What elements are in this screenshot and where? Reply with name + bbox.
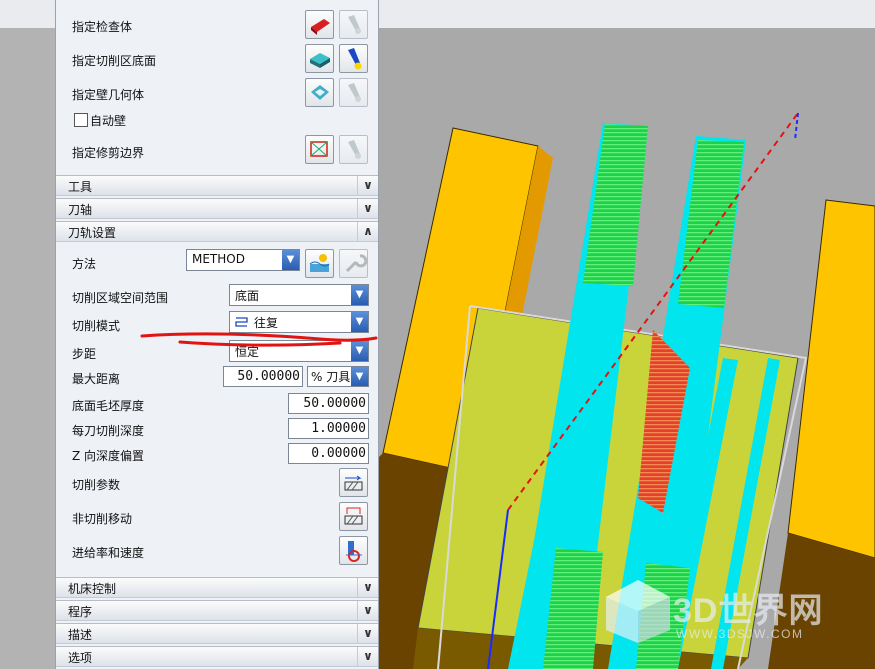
- chevron-down-icon: ∨: [357, 176, 378, 195]
- watermark-title: 3D世界网: [673, 592, 824, 630]
- chevron-down-icon: ∨: [357, 578, 378, 597]
- non-cut-moves-icon: [344, 507, 363, 525]
- annotation-underline: [140, 332, 378, 347]
- depth-per-cut-input[interactable]: 1.00000: [288, 418, 369, 439]
- cut-params-button[interactable]: [339, 468, 368, 497]
- max-dist-unit-select[interactable]: % 刀具 ▼: [307, 366, 369, 387]
- chevron-down-icon: ▼: [351, 367, 368, 386]
- method-select[interactable]: METHOD ▼: [186, 249, 300, 271]
- chevron-down-icon: ▼: [351, 312, 368, 332]
- feeds-speeds-icon: [346, 541, 362, 562]
- non-cut-moves-button[interactable]: [339, 502, 368, 531]
- toolpath-scene: [378, 112, 875, 669]
- chevron-down-icon: ∨: [357, 647, 378, 666]
- max-dist-label: 最大距离: [72, 372, 121, 386]
- check-body-label: 指定检查体: [72, 20, 133, 34]
- z-offset-input[interactable]: 0.00000: [288, 443, 369, 464]
- edit-method-button[interactable]: [339, 249, 368, 278]
- depth-per-cut-label: 每刀切削深度: [72, 424, 145, 438]
- display-wall-button[interactable]: [339, 78, 368, 107]
- zigzag-pattern-icon: [235, 316, 248, 327]
- section-tool-axis[interactable]: 刀轴 ∨: [56, 198, 378, 219]
- feeds-label: 进给率和速度: [72, 546, 145, 560]
- method-label: 方法: [72, 257, 97, 271]
- trim-boundary-icon: [310, 141, 328, 157]
- check-body-icon: [311, 19, 330, 35]
- section-desc-label: 描述: [68, 628, 93, 642]
- display-check-body-button[interactable]: [339, 10, 368, 39]
- left-gutter: [0, 28, 55, 669]
- select-check-body-button[interactable]: [305, 10, 334, 39]
- section-program-label: 程序: [68, 605, 93, 619]
- trim-boundary-label: 指定修剪边界: [72, 146, 145, 160]
- display-floor-button[interactable]: [339, 44, 368, 73]
- max-dist-unit-value: % 刀具: [311, 370, 351, 384]
- section-program[interactable]: 程序 ∨: [56, 600, 378, 621]
- wall-geometry-label: 指定壁几何体: [72, 88, 145, 102]
- cut-region-select[interactable]: 底面 ▼: [229, 284, 369, 306]
- cut-region-value: 底面: [235, 289, 260, 303]
- cut-params-icon: [344, 475, 363, 491]
- auto-wall-label: 自动壁: [90, 114, 127, 128]
- flashlight-icon: [348, 140, 361, 159]
- toolpath-green-2: [678, 140, 744, 308]
- floor-stock-input[interactable]: 50.00000: [288, 393, 369, 414]
- section-options-label: 选项: [68, 651, 93, 665]
- select-floor-button[interactable]: [305, 44, 334, 73]
- floor-icon: [310, 53, 330, 68]
- feeds-speeds-button[interactable]: [339, 536, 368, 565]
- graphics-viewport[interactable]: 3D世界网 WWW.3DSJW.COM: [378, 28, 875, 669]
- create-method-button[interactable]: [305, 249, 334, 278]
- section-tool[interactable]: 工具 ∨: [56, 175, 378, 196]
- section-description[interactable]: 描述 ∨: [56, 623, 378, 644]
- select-trim-boundary-button[interactable]: [305, 135, 334, 164]
- select-wall-button[interactable]: [305, 78, 334, 107]
- watermark: 3D世界网 WWW.3DSJW.COM: [598, 575, 868, 645]
- max-dist-input[interactable]: 50.00000: [223, 366, 303, 387]
- section-machine-control[interactable]: 机床控制 ∨: [56, 577, 378, 598]
- chevron-up-icon: ∧: [357, 222, 378, 241]
- cut-floor-label: 指定切削区底面: [72, 54, 157, 68]
- auto-wall-checkbox[interactable]: [74, 113, 88, 127]
- display-trim-boundary-button[interactable]: [339, 135, 368, 164]
- flashlight-active-icon: [348, 48, 362, 70]
- wall-icon: [311, 85, 329, 100]
- chevron-down-icon: ▼: [351, 285, 368, 305]
- section-axis-label: 刀轴: [68, 203, 93, 217]
- flashlight-icon: [348, 15, 361, 34]
- chevron-down-icon: ∨: [357, 199, 378, 218]
- z-offset-label: Z 向深度偏置: [72, 449, 145, 463]
- section-machine-label: 机床控制: [68, 582, 117, 596]
- section-options[interactable]: 选项 ∨: [56, 646, 378, 667]
- cut-params-label: 切削参数: [72, 478, 121, 492]
- chevron-down-icon: ▼: [282, 250, 299, 270]
- section-path-label: 刀轨设置: [68, 226, 117, 240]
- cut-pattern-label: 切削模式: [72, 319, 121, 333]
- section-tool-label: 工具: [68, 180, 93, 194]
- floor-stock-label: 底面毛坯厚度: [72, 399, 145, 413]
- chevron-down-icon: ∨: [357, 601, 378, 620]
- cut-pattern-value: 往复: [254, 316, 279, 330]
- cut-region-label: 切削区域空间范围: [72, 291, 169, 305]
- create-method-icon: [309, 254, 330, 272]
- non-cut-label: 非切削移动: [72, 512, 133, 526]
- method-value: METHOD: [192, 252, 245, 266]
- watermark-cube-icon: [606, 580, 670, 643]
- section-path-settings[interactable]: 刀轨设置 ∧: [56, 221, 378, 242]
- watermark-url: WWW.3DSJW.COM: [676, 627, 804, 641]
- stepover-label: 步距: [72, 347, 97, 361]
- wrench-icon: [345, 254, 368, 273]
- chevron-down-icon: ∨: [357, 624, 378, 643]
- flashlight-icon: [348, 83, 361, 102]
